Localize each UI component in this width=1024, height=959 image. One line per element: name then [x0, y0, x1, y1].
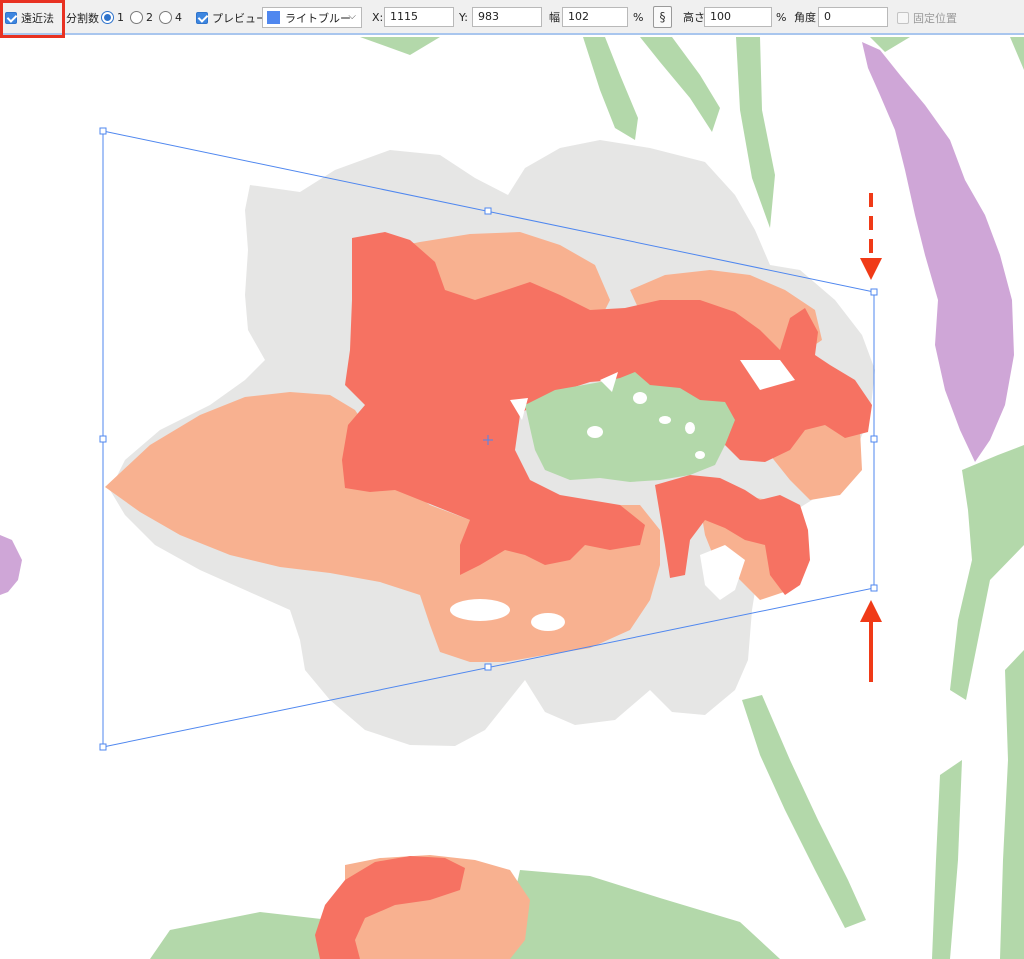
height-label: 高さ: [683, 11, 705, 24]
fixed-position-checkbox[interactable]: [897, 11, 909, 24]
color-swatch: [267, 11, 280, 24]
preview-checkbox[interactable]: [196, 11, 208, 24]
color-select-value: ライトブルー: [285, 11, 351, 25]
x-label: X:: [372, 11, 384, 24]
color-select[interactable]: ライトブルー ⌵: [262, 7, 362, 28]
divisions-label: 分割数: [66, 11, 99, 25]
handle-middle-left[interactable]: [99, 435, 107, 443]
divisions-radio-1[interactable]: [101, 11, 114, 24]
fixed-position-label: 固定位置: [913, 11, 957, 25]
angle-field[interactable]: 0: [818, 7, 888, 27]
chevron-down-icon: ⌵: [348, 11, 356, 22]
width-label: 幅: [549, 11, 560, 24]
perspective-toggle[interactable]: 遠近法: [5, 0, 54, 35]
handle-bottom-right[interactable]: [870, 584, 878, 592]
width-field[interactable]: 102: [562, 7, 628, 27]
preview-toggle[interactable]: プレビュー: [196, 0, 267, 35]
y-label: Y:: [459, 11, 468, 24]
divisions-radio-4[interactable]: [159, 11, 172, 24]
drawing-canvas[interactable]: [0, 37, 1024, 959]
divisions-group: 分割数 1 2 4: [66, 0, 182, 35]
x-field[interactable]: 1115: [384, 7, 454, 27]
perspective-label: 遠近法: [21, 11, 54, 25]
handle-bottom-left[interactable]: [99, 743, 107, 751]
divisions-option-4[interactable]: 4: [175, 11, 182, 24]
divisions-option-2[interactable]: 2: [146, 11, 153, 24]
handle-top-right[interactable]: [870, 288, 878, 296]
perspective-checkbox[interactable]: [5, 11, 17, 24]
divisions-radio-2[interactable]: [130, 11, 143, 24]
chain-link-icon[interactable]: §: [653, 6, 672, 28]
tool-options-bar: 遠近法 分割数 1 2 4 プレビュー ライトブルー ⌵ X: 1115 Y: …: [0, 0, 1024, 35]
y-field[interactable]: 983: [472, 7, 542, 27]
handle-bottom-middle[interactable]: [484, 663, 492, 671]
height-field[interactable]: 100: [704, 7, 772, 27]
handle-top-left[interactable]: [99, 127, 107, 135]
preview-label: プレビュー: [212, 11, 267, 25]
handle-top-middle[interactable]: [484, 207, 492, 215]
angle-label: 角度: [794, 11, 816, 24]
down-arrow-icon: [860, 193, 882, 280]
height-percent: %: [776, 11, 787, 24]
divisions-option-1[interactable]: 1: [117, 11, 124, 24]
width-percent: %: [633, 11, 644, 24]
up-arrow-icon: [860, 600, 882, 682]
handle-middle-right[interactable]: [870, 435, 878, 443]
fixed-position-toggle[interactable]: 固定位置: [897, 0, 957, 35]
